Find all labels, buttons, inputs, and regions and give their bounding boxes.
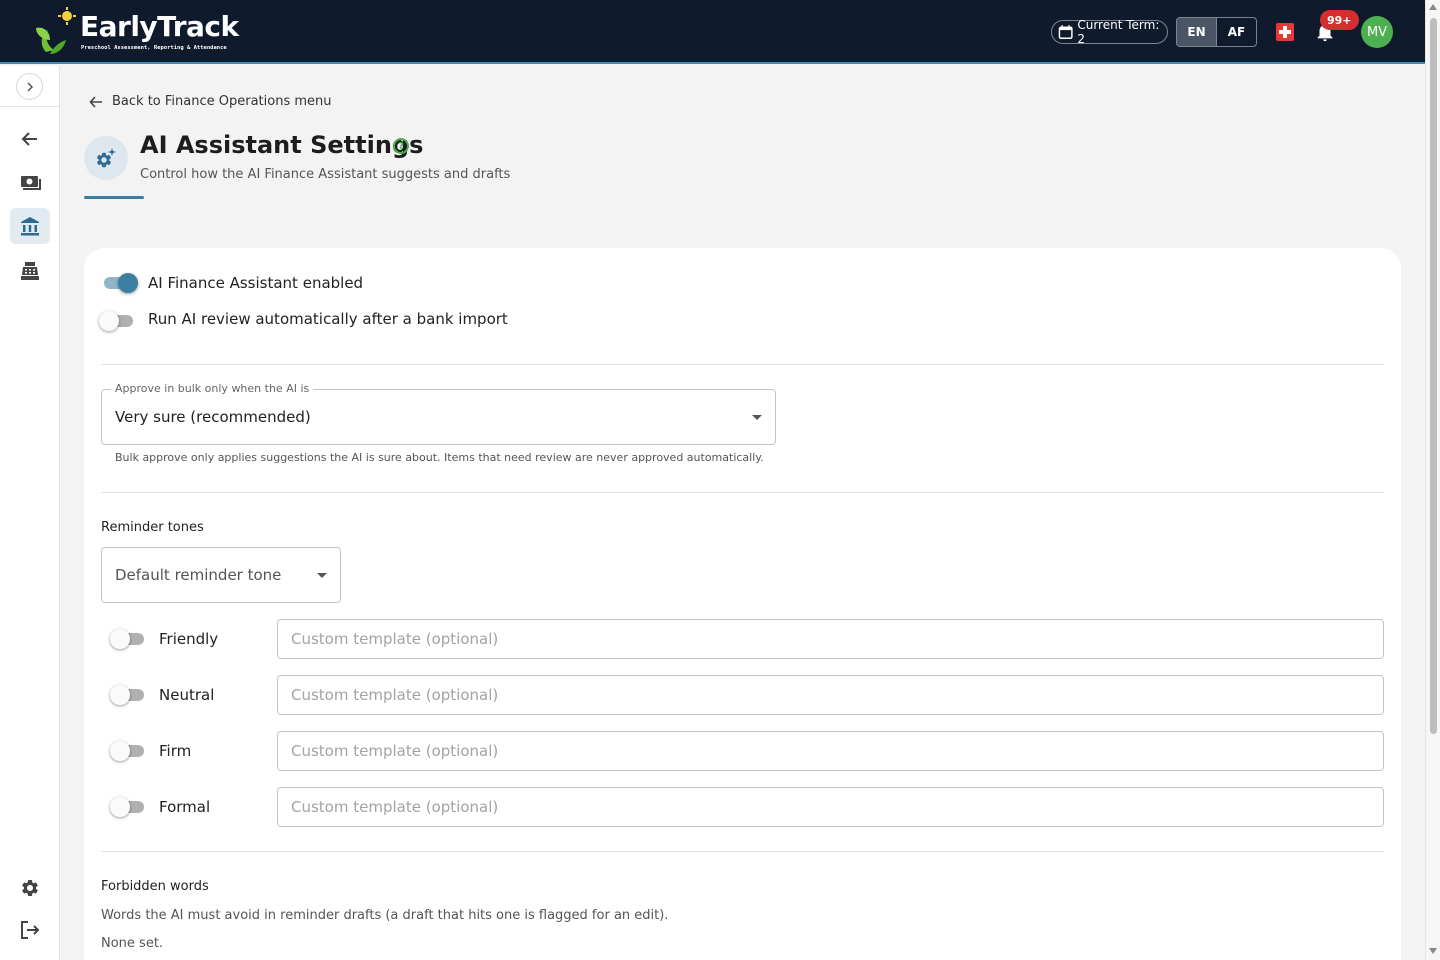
- ai-enabled-label: AI Finance Assistant enabled: [148, 274, 364, 292]
- toggle-knob: [99, 311, 119, 331]
- toggle-knob: [110, 629, 130, 649]
- reminder-tones-title: Reminder tones: [101, 520, 204, 535]
- tone-firm-toggle[interactable]: [110, 741, 146, 761]
- tone-firm-template-input[interactable]: [277, 731, 1384, 771]
- forbidden-words-title: Forbidden words: [101, 879, 209, 894]
- caret-down-icon: [317, 573, 327, 578]
- user-avatar[interactable]: MV: [1361, 16, 1393, 48]
- auto-review-toggle[interactable]: [99, 311, 135, 331]
- default-tone-value: Default reminder tone: [115, 566, 282, 584]
- default-tone-select[interactable]: Default reminder tone: [101, 547, 341, 603]
- sidebar-divider: [0, 106, 60, 107]
- chevron-right-icon: [26, 81, 33, 92]
- bulk-approve-select[interactable]: Approve in bulk only when the AI is Very…: [101, 382, 776, 445]
- sidebar-item-logout[interactable]: [10, 912, 50, 948]
- bank-icon: [21, 217, 39, 236]
- arrow-left-icon: [21, 132, 37, 146]
- cash-register-icon: [21, 262, 39, 280]
- back-link-label: Back to Finance Operations menu: [112, 94, 332, 109]
- sidebar: [0, 66, 60, 960]
- tone-firm-label: Firm: [159, 742, 192, 760]
- notification-count-badge: 99+: [1320, 10, 1359, 30]
- sidebar-expand-button[interactable]: [16, 73, 43, 100]
- tone-friendly-label: Friendly: [159, 630, 219, 648]
- language-toggle: EN AF: [1176, 17, 1257, 47]
- page-scrollbar[interactable]: [1425, 0, 1440, 960]
- scroll-up-arrow-icon[interactable]: [1429, 4, 1437, 10]
- arrow-left-icon: [89, 95, 102, 108]
- page-subtitle: Control how the AI Finance Assistant sug…: [140, 167, 511, 182]
- bulk-approve-value: Very sure (recommended): [115, 408, 311, 426]
- bulk-approve-legend: Approve in bulk only when the AI is: [111, 382, 314, 395]
- tone-formal-label: Formal: [159, 798, 211, 816]
- sidebar-item-cashier[interactable]: [10, 253, 50, 289]
- toggle-knob: [110, 685, 130, 705]
- current-term-label: Current Term: 2: [1077, 18, 1160, 46]
- section-divider: [101, 851, 1384, 852]
- back-to-finance-link[interactable]: Back to Finance Operations menu: [89, 94, 331, 109]
- sidebar-item-banking[interactable]: [10, 208, 50, 244]
- toggle-knob: [118, 273, 138, 293]
- language-af-button[interactable]: AF: [1217, 18, 1256, 46]
- auto-review-label: Run AI review automatically after a bank…: [148, 310, 508, 328]
- help-icon[interactable]: ?: [393, 138, 409, 154]
- caret-down-icon: [752, 415, 762, 420]
- forbidden-words-empty: None set.: [101, 936, 164, 951]
- top-bar: EarlyTrack Preschool Assessment, Reporti…: [0, 0, 1425, 64]
- app-name: EarlyTrack: [80, 10, 239, 43]
- bulk-approve-helper: Bulk approve only applies suggestions th…: [115, 451, 764, 464]
- current-term-button[interactable]: Current Term: 2: [1051, 18, 1168, 46]
- tone-formal-template-input[interactable]: [277, 787, 1384, 827]
- tone-friendly-template-input[interactable]: [277, 619, 1384, 659]
- tone-neutral-template-input[interactable]: [277, 675, 1384, 715]
- scroll-thumb[interactable]: [1430, 18, 1437, 734]
- tone-neutral-toggle[interactable]: [110, 685, 146, 705]
- sidebar-item-back[interactable]: [10, 121, 50, 157]
- calendar-icon: [1058, 25, 1073, 39]
- page-title: AI Assistant Settings: [140, 131, 424, 159]
- app-logo[interactable]: EarlyTrack Preschool Assessment, Reporti…: [30, 6, 240, 60]
- language-en-button[interactable]: EN: [1177, 18, 1216, 46]
- ai-settings-icon: [84, 136, 128, 180]
- logout-icon: [21, 921, 40, 939]
- title-underline: [84, 196, 144, 199]
- section-divider: [101, 364, 1384, 365]
- forbidden-words-description: Words the AI must avoid in reminder draf…: [101, 908, 669, 923]
- toggle-knob: [110, 797, 130, 817]
- cash-icon: [21, 176, 41, 190]
- scroll-down-arrow-icon[interactable]: [1429, 948, 1437, 954]
- tone-neutral-label: Neutral: [159, 686, 215, 704]
- sidebar-item-settings[interactable]: [10, 870, 50, 906]
- gear-sparkle-icon: [96, 148, 116, 168]
- app-tagline: Preschool Assessment, Reporting & Attend…: [81, 45, 227, 51]
- first-aid-icon[interactable]: [1276, 23, 1294, 41]
- tone-friendly-toggle[interactable]: [110, 629, 146, 649]
- sprout-logo-icon: [36, 7, 76, 54]
- sidebar-item-payments[interactable]: [10, 165, 50, 201]
- ai-enabled-toggle[interactable]: [102, 273, 138, 293]
- gear-icon: [22, 880, 38, 896]
- section-divider: [101, 492, 1384, 493]
- settings-card: [84, 248, 1401, 960]
- tone-formal-toggle[interactable]: [110, 797, 146, 817]
- toggle-knob: [110, 741, 130, 761]
